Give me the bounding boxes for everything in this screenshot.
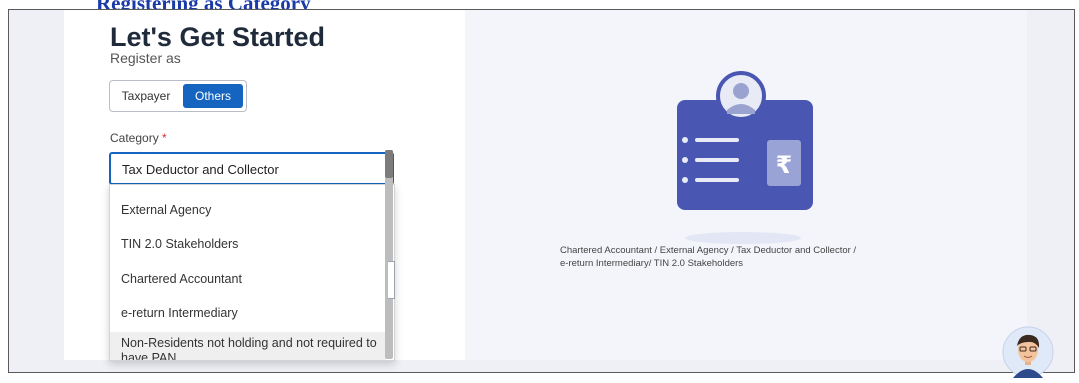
category-label-text: Category — [110, 131, 159, 145]
id-card-rupee-icon: ₹ — [665, 70, 825, 255]
caption-line-2: e-return Intermediary/ TIN 2.0 Stakehold… — [560, 258, 744, 269]
dropdown-scrollbar[interactable] — [385, 150, 393, 359]
dropdown-option-tin-stakeholders[interactable]: TIN 2.0 Stakeholders — [110, 237, 386, 251]
caption-line-1: Chartered Accountant / External Agency /… — [560, 245, 857, 256]
option-label: TIN 2.0 Stakeholders — [121, 237, 239, 251]
illustration-caption: Chartered Accountant / External Agency /… — [560, 244, 940, 270]
dropdown-scrollbar-thumb[interactable] — [385, 150, 393, 178]
option-label: e-return Intermediary — [121, 306, 238, 320]
option-label: External Agency — [121, 203, 212, 217]
register-as-label: Register as — [110, 50, 181, 66]
required-mark: * — [162, 131, 167, 145]
option-label-line-2: have PAN — [121, 351, 177, 361]
category-select[interactable]: Tax Deductor and Collector — [109, 152, 394, 185]
hidden-field-edge — [388, 261, 395, 299]
svg-text:₹: ₹ — [776, 151, 793, 179]
chatbot-avatar-icon[interactable] — [1002, 326, 1054, 378]
others-option[interactable]: Others — [183, 84, 243, 108]
category-dropdown-list: External Agency TIN 2.0 Stakeholders Cha… — [109, 184, 395, 361]
taxpayer-option[interactable]: Taxpayer — [113, 84, 179, 108]
dropdown-option-external-agency[interactable]: External Agency — [110, 203, 386, 217]
register-as-toggle: Taxpayer Others — [109, 80, 247, 112]
category-selected-value: Tax Deductor and Collector — [122, 162, 279, 177]
category-label: Category * — [110, 131, 167, 145]
dropdown-option-chartered-accountant[interactable]: Chartered Accountant — [110, 272, 386, 286]
page-title: Let's Get Started — [110, 22, 325, 52]
option-label-line-1: Non-Residents not holding and not requir… — [121, 336, 377, 350]
dropdown-option-e-return-intermediary[interactable]: e-return Intermediary — [110, 306, 386, 320]
dropdown-option-non-residents[interactable]: Non-Residents not holding and not requir… — [110, 332, 386, 361]
option-label: Chartered Accountant — [121, 272, 242, 286]
